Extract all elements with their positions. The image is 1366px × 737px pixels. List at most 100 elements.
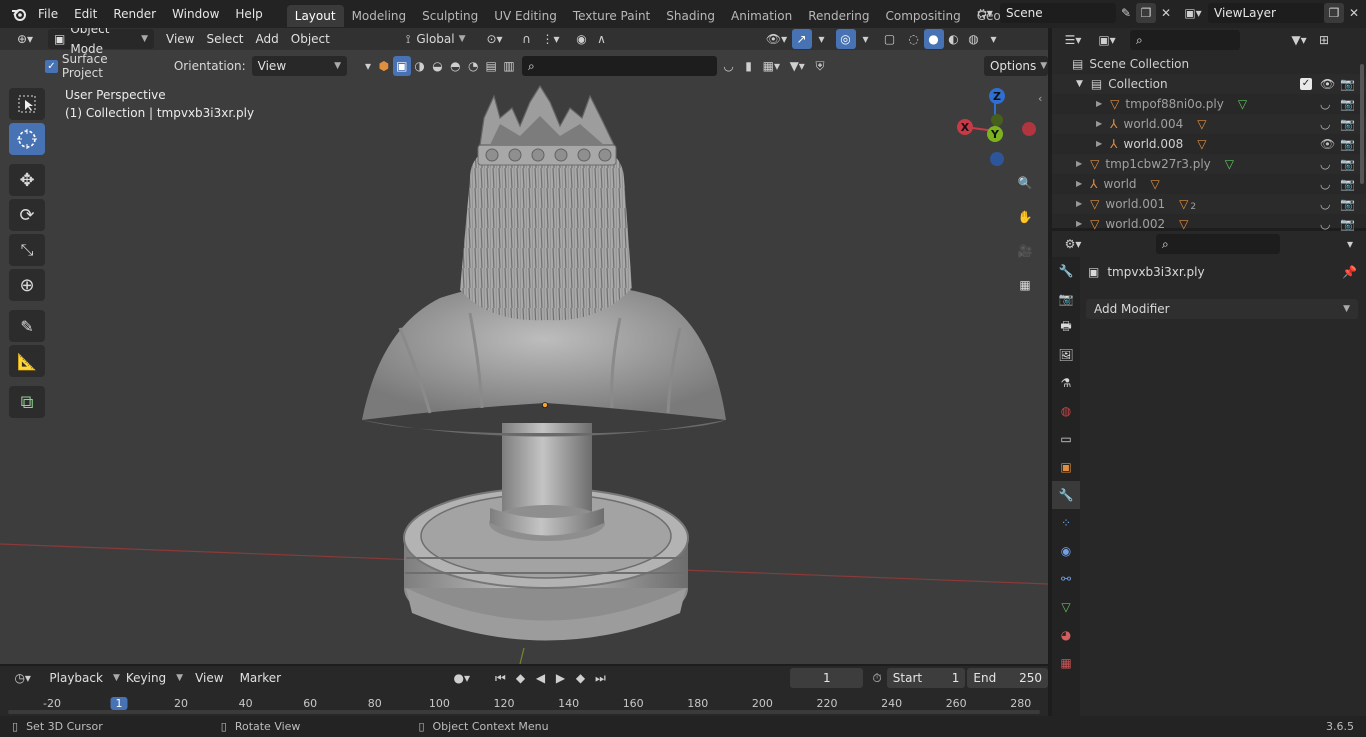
particles-tab-icon[interactable]: ⁘ [1052,509,1080,537]
eye-icon[interactable]: 👁 [1320,134,1335,154]
cursor-tool[interactable] [9,123,45,155]
falloff-icon[interactable]: ∧ [592,29,612,49]
blender-logo-icon[interactable] [8,4,30,24]
tab-modeling[interactable]: Modeling [344,5,415,27]
tab-texture-paint[interactable]: Texture Paint [565,5,658,27]
world-tab-icon[interactable]: ◍ [1052,397,1080,425]
tab-sculpting[interactable]: Sculpting [414,5,486,27]
material-tab-icon[interactable]: ◕ [1052,621,1080,649]
tool-icon-7[interactable]: ▥ [500,56,518,76]
view-layer-tab-icon[interactable]: 🖼 [1052,341,1080,369]
tab-rendering[interactable]: Rendering [800,5,877,27]
menu-help[interactable]: Help [227,0,270,28]
select-invert-icon[interactable]: ◓ [446,56,464,76]
ortho-grid-icon[interactable]: ▦ [1012,272,1038,298]
display-mode-icon[interactable]: ▣▾ [1092,30,1122,50]
shading-material-icon[interactable]: ◐ [944,29,964,49]
tool-tab-icon[interactable]: 🔧 [1052,257,1080,285]
color-attribute-icon[interactable]: ⬢ [375,56,393,76]
pivot-point-icon[interactable]: ⊙▾ [480,29,510,49]
add-cube-tool[interactable]: ⧉ [9,386,45,418]
new-collection-icon[interactable]: ⊞ [1314,30,1334,50]
expand-arrow-icon[interactable]: ▶ [1096,134,1102,154]
menu-file[interactable]: File [30,0,66,28]
scene-pin-icon[interactable]: ✎ [1116,3,1136,23]
overlays-dropdown-icon[interactable]: ▾ [856,29,876,49]
camera-icon[interactable]: 📷 [1340,94,1355,114]
camera-icon[interactable]: 📷 [1340,74,1355,94]
shading-solid-icon[interactable]: ● [923,29,944,49]
select-extend-icon[interactable]: ◑ [411,56,429,76]
bookmark-icon[interactable]: ▮ [739,56,759,76]
mode-dropdown[interactable]: ▣ Object Mode ▼ [48,28,154,56]
xray-icon[interactable]: ▢ [880,29,900,49]
tab-layout[interactable]: Layout [286,4,344,27]
menu-view[interactable]: View [160,29,200,49]
eye-icon[interactable]: ◡ [1320,94,1330,114]
surface-project-checkbox[interactable]: ✓ Surface Project [45,52,152,80]
camera-view-icon[interactable]: 🎥 [1012,238,1038,264]
outliner-scrollbar[interactable] [1360,64,1364,184]
outliner-item[interactable]: ▶ ▽ tmp1cbw27r3.ply ▽ ◡ 📷 [1052,154,1366,174]
properties-search-input[interactable]: ⌕ [1156,234,1280,254]
chevron-down-icon[interactable]: ▾ [361,56,375,76]
camera-icon[interactable]: 📷 [1340,114,1355,134]
move-tool[interactable]: ✥ [9,164,45,196]
delete-scene-icon[interactable]: ✕ [1156,3,1176,23]
pan-hand-icon[interactable]: ✋ [1012,204,1038,230]
editor-type-icon[interactable]: ⊕▾ [10,29,40,49]
measure-tool[interactable]: 📐 [9,345,45,377]
shading-wireframe-icon[interactable]: ◌ [904,29,924,49]
eye-icon[interactable]: ◡ [1320,154,1330,174]
delete-viewlayer-icon[interactable]: ✕ [1344,3,1364,23]
scale-tool[interactable]: ⤡ [9,234,45,266]
outliner-item[interactable]: ▶ ▽ tmpof88ni0o.ply ▽ ◡ 📷 [1052,94,1366,114]
shading-rendered-icon[interactable]: ◍ [964,29,984,49]
clear-search-icon[interactable]: ◡ [719,56,739,76]
eye-icon[interactable]: ◡ [1320,114,1330,134]
outliner-item[interactable]: ▶ ⅄ world.004 ▽ ◡ 📷 [1052,114,1366,134]
outliner-item[interactable]: ▶ ⅄ world ▽ ◡ 📷 [1052,174,1366,194]
output-tab-icon[interactable]: 🖶 [1052,313,1080,341]
transform-tool[interactable]: ⊕ [9,269,45,301]
expand-arrow-icon[interactable]: ▶ [1076,154,1082,174]
menu-object[interactable]: Object [285,29,336,49]
options-dropdown[interactable]: Options ▼ [983,56,1048,76]
viewlayer-field[interactable]: ViewLayer [1208,3,1324,23]
proportional-edit-icon[interactable]: ◉ [572,29,592,49]
timeline-scrollbar[interactable] [8,710,1040,714]
shield-icon[interactable]: ⛨ [810,56,830,76]
outliner-item[interactable]: ▶ ⅄ world.008 ▽ 👁 📷 [1052,134,1366,154]
outliner-collection[interactable]: ▼ ▤ Collection ✓ 👁 📷 [1052,74,1366,94]
select-box-tool[interactable] [9,88,45,120]
orientation-dropdown[interactable]: View ▼ [251,56,348,76]
select-subtract-icon[interactable]: ◒ [429,56,447,76]
menu-select[interactable]: Select [200,29,249,49]
tab-uv-editing[interactable]: UV Editing [486,5,565,27]
annotate-tool[interactable]: ✎ [9,310,45,342]
viewlayer-browse-icon[interactable]: ▣▾ [1178,3,1208,23]
3d-viewport[interactable]: ⊕▾ ▣ Object Mode ▼ View Select Add Objec… [0,28,1048,664]
menu-window[interactable]: Window [164,0,227,28]
tab-shading[interactable]: Shading [658,5,723,27]
zoom-icon[interactable]: 🔍 [1012,170,1038,196]
pin-icon[interactable]: 📌 [1342,265,1357,279]
menu-edit[interactable]: Edit [66,0,105,28]
tab-compositing[interactable]: Compositing [877,5,968,27]
tool-display-icon[interactable]: ▦▾ [758,56,784,76]
eye-icon[interactable]: ◡ [1320,194,1330,214]
tool-icon-6[interactable]: ▤ [482,56,500,76]
camera-icon[interactable]: 📷 [1340,174,1355,194]
select-box-icon[interactable]: ▣ [392,56,411,76]
viewport-search-input[interactable]: ⌕ [521,56,717,76]
data-tab-icon[interactable]: ▽ [1052,593,1080,621]
filter-icon[interactable]: ▼▾ [1284,30,1314,50]
snap-icon[interactable]: ∩ [516,29,538,49]
scene-field[interactable]: Scene [1000,3,1116,23]
rotate-tool[interactable]: ⟳ [9,199,45,231]
render-tab-icon[interactable]: 📷 [1052,285,1080,313]
outliner-scene-collection[interactable]: ▤ Scene Collection [1052,54,1366,74]
scene-browse-icon[interactable]: ⛭▾ [970,3,1000,23]
gizmo-dropdown-icon[interactable]: ▾ [812,29,832,49]
outliner-search-input[interactable]: ⌕ [1130,30,1240,50]
